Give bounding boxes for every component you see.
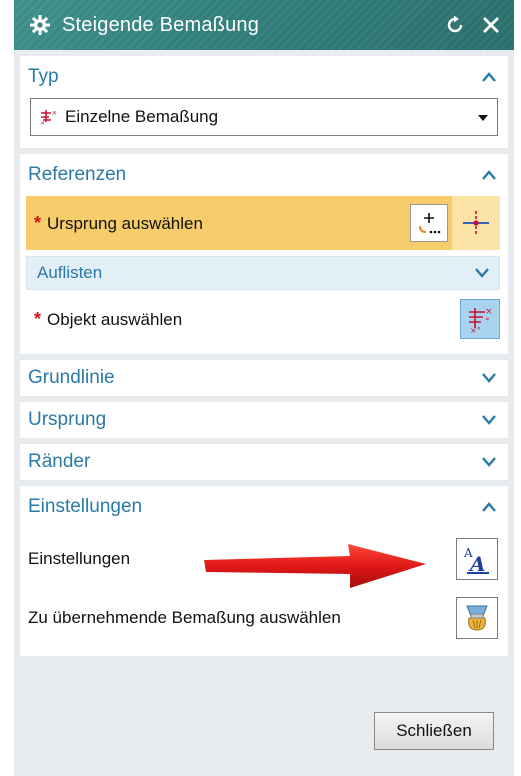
list-label: Auflisten xyxy=(37,263,103,282)
section-title: Ränder xyxy=(28,451,91,472)
dialog-footer: Schließen xyxy=(14,708,514,776)
dialog-title: Steigende Bemaßung xyxy=(62,13,260,36)
section-raender: Ränder xyxy=(20,444,508,480)
chevron-up-icon[interactable] xyxy=(480,498,498,516)
section-title: Ursprung xyxy=(28,409,107,430)
reset-icon[interactable] xyxy=(442,12,468,38)
section-title: Referenzen xyxy=(28,164,127,185)
inherit-brush-button[interactable] xyxy=(456,597,498,639)
dimension-type-icon: × × xyxy=(39,108,59,126)
dropdown-arrow-icon[interactable] xyxy=(477,107,489,127)
svg-text:×: × xyxy=(485,307,493,317)
type-select-value: Einzelne Bemaßung xyxy=(65,107,219,126)
chevron-down-icon[interactable] xyxy=(475,263,489,283)
section-typ: Typ × × Einzelne Bemaßung xyxy=(20,56,508,148)
close-icon[interactable] xyxy=(478,12,504,38)
section-header-referenzen[interactable]: Referenzen xyxy=(20,154,508,196)
svg-text:°: ° xyxy=(485,317,490,327)
origin-point-icon[interactable] xyxy=(452,196,500,250)
section-grundlinie: Grundlinie xyxy=(20,360,508,396)
svg-text:×: × xyxy=(52,109,58,117)
section-header-einstellungen[interactable]: Einstellungen xyxy=(20,486,508,528)
settings-label: Einstellungen xyxy=(28,549,131,568)
section-header-grundlinie[interactable]: Grundlinie xyxy=(20,360,508,396)
section-title: Typ xyxy=(28,66,59,87)
gear-icon[interactable] xyxy=(28,13,52,37)
section-title: Einstellungen xyxy=(28,496,143,517)
required-star: * xyxy=(34,212,42,233)
text-settings-button[interactable]: A A xyxy=(456,538,498,580)
type-select[interactable]: × × Einzelne Bemaßung xyxy=(30,98,498,136)
dialog: Steigende Bemaßung Typ × × Einzelne Bema… xyxy=(14,0,514,776)
chevron-up-icon[interactable] xyxy=(480,166,498,184)
section-header-ursprung[interactable]: Ursprung xyxy=(20,402,508,438)
section-header-raender[interactable]: Ränder xyxy=(20,444,508,480)
object-label: Objekt auswählen xyxy=(47,309,183,329)
section-referenzen: Referenzen * Ursprung auswählen Aufliste… xyxy=(20,154,508,354)
select-object-icon[interactable]: × ° ×° xyxy=(460,299,500,339)
list-toggle[interactable]: Auflisten xyxy=(26,256,500,290)
annotation-arrow xyxy=(200,542,430,595)
chevron-down-icon[interactable] xyxy=(480,411,498,429)
section-title: Grundlinie xyxy=(28,367,115,388)
chevron-down-icon[interactable] xyxy=(480,453,498,471)
inherit-row: Zu übernehmende Bemaßung auswählen xyxy=(20,590,508,646)
svg-text:×°: ×° xyxy=(470,326,481,334)
required-star: * xyxy=(34,308,42,329)
close-button[interactable]: Schließen xyxy=(374,712,494,750)
section-header-typ[interactable]: Typ xyxy=(20,56,508,98)
object-select-row[interactable]: * Objekt auswählen × ° ×° xyxy=(26,290,500,348)
origin-label: Ursprung auswählen xyxy=(47,213,203,233)
object-label-wrap: * Objekt auswählen xyxy=(34,309,182,330)
origin-select-row[interactable]: * Ursprung auswählen xyxy=(26,196,500,250)
title-bar: Steigende Bemaßung xyxy=(14,0,514,50)
inherit-label: Zu übernehmende Bemaßung auswählen xyxy=(28,608,341,627)
section-ursprung: Ursprung xyxy=(20,402,508,438)
point-dialog-button[interactable] xyxy=(410,204,448,242)
section-einstellungen: Einstellungen Einstellungen A A Zu übern… xyxy=(20,486,508,656)
settings-row: Einstellungen A A xyxy=(20,528,508,590)
chevron-up-icon[interactable] xyxy=(480,68,498,86)
chevron-down-icon[interactable] xyxy=(480,369,498,387)
svg-text:×: × xyxy=(40,120,45,126)
svg-text:A: A xyxy=(468,552,486,575)
origin-label-wrap: * Ursprung auswählen xyxy=(34,213,203,234)
